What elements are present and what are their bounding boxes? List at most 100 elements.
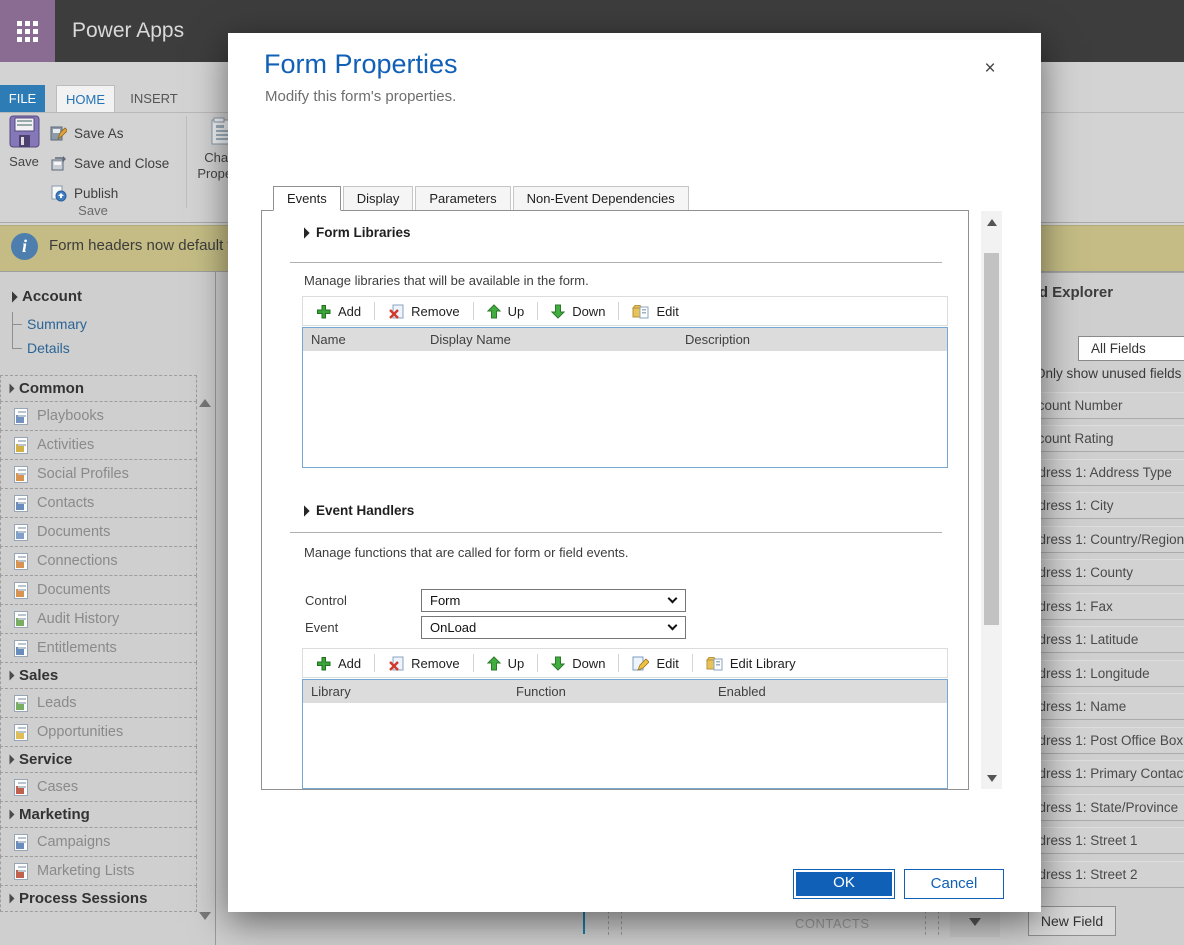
canvas-tab-contacts[interactable]: CONTACTS xyxy=(795,916,870,931)
nav-section-marketing[interactable]: Marketing xyxy=(0,801,197,828)
save-and-close-label: Save and Close xyxy=(74,156,169,171)
control-select[interactable]: Form xyxy=(421,589,686,612)
down-arrow-icon xyxy=(551,656,565,671)
ribbon-tab-file[interactable]: FILE xyxy=(0,85,45,112)
tab-parameters[interactable]: Parameters xyxy=(415,186,510,210)
form-libraries-table[interactable]: Name Display Name Description xyxy=(302,327,948,468)
nav-item-playbooks[interactable]: Playbooks xyxy=(0,401,197,431)
collapse-triangle-icon xyxy=(5,894,15,904)
nav-item-marketing-lists[interactable]: Marketing Lists xyxy=(0,856,197,886)
cancel-button[interactable]: Cancel xyxy=(904,869,1004,899)
save-and-close-button[interactable]: Save and Close xyxy=(50,148,169,178)
scrollbar-thumb[interactable] xyxy=(984,253,999,625)
contacts-icon xyxy=(14,495,28,512)
scroll-down-icon xyxy=(987,775,997,782)
remove-button[interactable]: Remove xyxy=(375,649,472,677)
close-button[interactable]: × xyxy=(976,55,1004,83)
ribbon-tab-home[interactable]: HOME xyxy=(56,85,115,112)
tab-events[interactable]: Events xyxy=(273,186,341,211)
up-button[interactable]: Up xyxy=(474,297,538,325)
nav-item-opportunities[interactable]: Opportunities xyxy=(0,717,197,747)
nav-section-common[interactable]: Common xyxy=(0,375,197,402)
column-function: Function xyxy=(516,684,718,699)
event-handlers-toolbar: Add Remove Up Down Edit xyxy=(302,648,948,678)
nav-scroll-up-button[interactable] xyxy=(199,382,211,400)
nav-item-leads[interactable]: Leads xyxy=(0,688,197,718)
remove-icon xyxy=(388,304,404,319)
add-button[interactable]: Add xyxy=(303,297,374,325)
nav-section-sales[interactable]: Sales xyxy=(0,662,197,689)
control-label: Control xyxy=(305,593,347,608)
nav-section-service[interactable]: Service xyxy=(0,746,197,773)
new-field-button[interactable]: New Field xyxy=(1028,906,1116,936)
event-handlers-table[interactable]: Library Function Enabled xyxy=(302,679,948,789)
scroll-up-icon xyxy=(987,219,997,226)
column-enabled: Enabled xyxy=(718,684,766,699)
nav-section-process-sessions[interactable]: Process Sessions xyxy=(0,885,197,912)
connections-icon xyxy=(14,553,28,570)
collapse-triangle-icon xyxy=(298,505,309,516)
event-select[interactable]: OnLoad xyxy=(421,616,686,639)
save-button[interactable]: Save xyxy=(3,115,45,207)
info-icon: i xyxy=(11,233,38,260)
nav-view-details[interactable]: Details xyxy=(12,340,70,356)
down-button[interactable]: Down xyxy=(538,649,618,677)
tab-non-event-dependencies[interactable]: Non-Event Dependencies xyxy=(513,186,689,210)
save-as-button[interactable]: Save As xyxy=(50,118,169,148)
tab-display[interactable]: Display xyxy=(343,186,414,210)
up-button[interactable]: Up xyxy=(474,649,538,677)
nav-item-entitlements[interactable]: Entitlements xyxy=(0,633,197,663)
column-name: Name xyxy=(303,332,430,347)
save-as-icon xyxy=(50,125,67,142)
nav-item-activities[interactable]: Activities xyxy=(0,430,197,460)
add-icon xyxy=(316,656,331,671)
nav-item-cases[interactable]: Cases xyxy=(0,772,197,802)
nav-scroll-down-button[interactable] xyxy=(199,920,211,938)
nav-item-campaigns[interactable]: Campaigns xyxy=(0,827,197,857)
collapse-triangle-icon xyxy=(5,671,15,681)
activities-icon xyxy=(14,437,28,454)
unused-fields-label: Only show unused fields xyxy=(1035,366,1181,381)
nav-item-connections[interactable]: Connections xyxy=(0,546,197,576)
collapse-triangle-icon xyxy=(5,810,15,820)
collapse-triangle-icon xyxy=(6,291,17,302)
social-profiles-icon xyxy=(14,466,28,483)
form-libraries-section-header[interactable]: Form Libraries xyxy=(300,225,411,240)
leads-icon xyxy=(14,695,28,712)
add-button[interactable]: Add xyxy=(303,649,374,677)
app-launcher-button[interactable] xyxy=(0,0,55,62)
edit-library-icon xyxy=(706,656,723,671)
ok-button[interactable]: OK xyxy=(793,869,895,899)
scroll-up-button[interactable] xyxy=(981,211,1002,233)
save-as-label: Save As xyxy=(74,126,124,141)
entitlements-icon xyxy=(14,640,28,657)
nav-view-summary[interactable]: Summary xyxy=(12,316,87,332)
edit-button[interactable]: Edit xyxy=(619,649,691,677)
add-icon xyxy=(316,304,331,319)
chevron-down-icon xyxy=(668,621,678,631)
ribbon-tab-insert[interactable]: INSERT xyxy=(122,85,186,112)
event-handlers-description: Manage functions that are called for for… xyxy=(304,545,628,560)
chevron-down-icon xyxy=(668,594,678,604)
scroll-up-icon xyxy=(199,382,211,407)
nav-form-root[interactable]: Account xyxy=(8,288,82,305)
event-handlers-section-header[interactable]: Event Handlers xyxy=(300,503,414,518)
column-description: Description xyxy=(685,332,750,347)
nav-item-audit-history[interactable]: Audit History xyxy=(0,604,197,634)
edit-icon xyxy=(632,304,649,319)
field-filter-select[interactable]: All Fields xyxy=(1078,336,1184,361)
nav-item-documents[interactable]: Documents xyxy=(0,517,197,547)
edit-button[interactable]: Edit xyxy=(619,297,691,325)
remove-button[interactable]: Remove xyxy=(375,297,472,325)
chevron-down-icon xyxy=(969,918,981,926)
nav-item-documents-2[interactable]: Documents xyxy=(0,575,197,605)
up-arrow-icon xyxy=(487,304,501,319)
nav-item-contacts[interactable]: Contacts xyxy=(0,488,197,518)
nav-item-social-profiles[interactable]: Social Profiles xyxy=(0,459,197,489)
dialog-scrollbar[interactable] xyxy=(981,211,1002,789)
edit-pencil-icon xyxy=(632,656,649,671)
edit-library-button[interactable]: Edit Library xyxy=(693,649,809,677)
publish-icon xyxy=(50,185,67,202)
down-button[interactable]: Down xyxy=(538,297,618,325)
scroll-down-button[interactable] xyxy=(981,767,1002,789)
